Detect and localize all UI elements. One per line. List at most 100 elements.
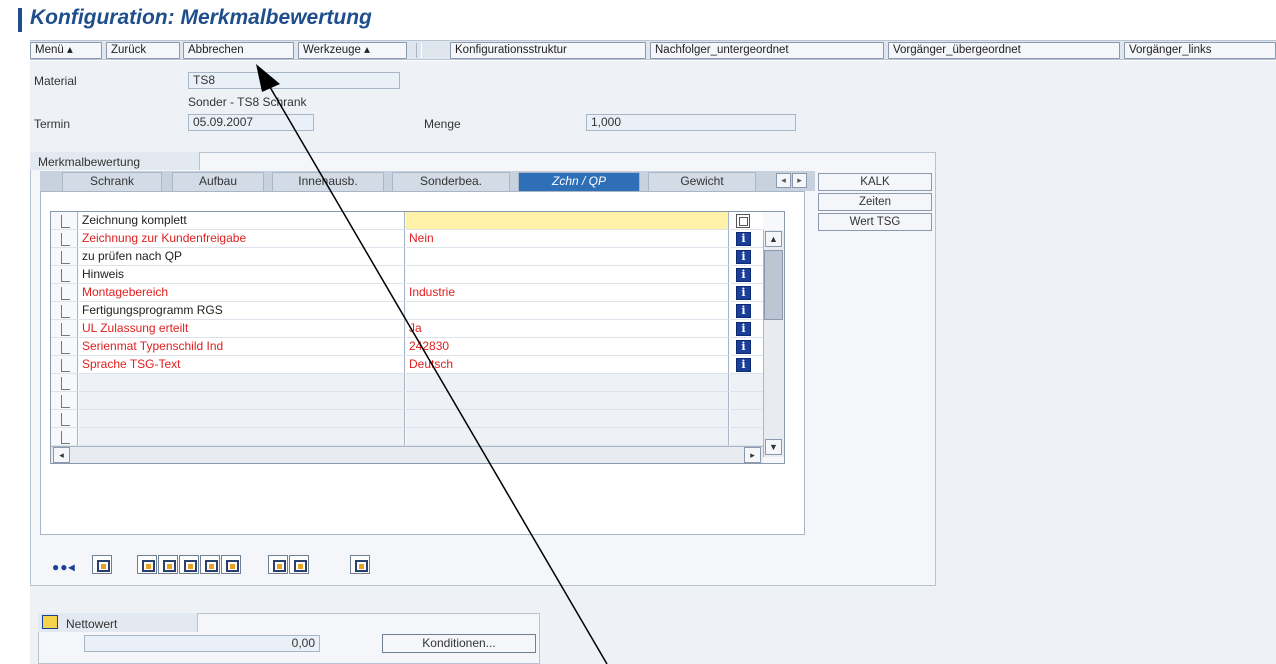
group-title: Merkmalbewertung	[38, 155, 141, 169]
characteristic-name: Sprache TSG-Text	[79, 356, 405, 374]
application-toolbar: Menü ▴ Zurück Abbrechen Werkzeuge ▴ Konf…	[30, 40, 1276, 60]
find-icon[interactable]	[350, 555, 370, 574]
tab-gewicht[interactable]: Gewicht	[648, 172, 756, 191]
table-row[interactable]	[51, 410, 764, 428]
characteristic-value-field[interactable]	[406, 248, 729, 266]
row-selector[interactable]	[51, 374, 78, 392]
wert-tsg-button[interactable]: Wert TSG	[818, 213, 932, 231]
row-selector[interactable]	[51, 284, 78, 302]
deselect-all-icon[interactable]	[158, 555, 178, 574]
scroll-down-icon[interactable]: ▼	[765, 439, 782, 455]
menu-button[interactable]: Menü ▴	[30, 42, 102, 59]
material-field[interactable]: TS8	[188, 72, 400, 89]
scroll-up-icon[interactable]: ▲	[765, 231, 782, 247]
delete-row-icon[interactable]	[221, 555, 241, 574]
info-icon[interactable]: i	[736, 250, 751, 264]
conditions-button[interactable]: Konditionen...	[382, 634, 536, 653]
select-all-icon[interactable]	[137, 555, 157, 574]
successor-subordinate-button[interactable]: Nachfolger_untergeordnet	[650, 42, 884, 59]
characteristic-name: Serienmat Typenschild Ind	[79, 338, 405, 356]
pricing-icon[interactable]	[42, 615, 58, 629]
tab-scroll-left-icon[interactable]: ◂	[776, 173, 791, 188]
row-selector[interactable]	[51, 338, 78, 356]
characteristic-value-field[interactable]	[406, 374, 729, 392]
row-icon-cell	[730, 410, 763, 428]
tab-aufbau[interactable]: Aufbau	[172, 172, 264, 191]
row-selector[interactable]	[51, 230, 78, 248]
info-icon[interactable]: i	[736, 268, 751, 282]
info-icon[interactable]: i	[736, 340, 751, 354]
material-description: Sonder - TS8 Schrank	[188, 95, 307, 109]
table-row[interactable]: Hinweis i	[51, 266, 764, 284]
table-row[interactable]: Sprache TSG-Text Deutsch i	[51, 356, 764, 374]
insert-row-icon[interactable]	[200, 555, 220, 574]
row-icon-cell	[730, 212, 763, 230]
info-icon[interactable]: i	[736, 358, 751, 372]
table-row[interactable]: Fertigungsprogramm RGS i	[51, 302, 764, 320]
row-icon-cell: i	[730, 230, 763, 248]
characteristic-value-field[interactable]: 242830	[406, 338, 729, 356]
info-icon[interactable]: i	[736, 286, 751, 300]
row-selector[interactable]	[51, 212, 78, 230]
configuration-structure-button[interactable]: Konfigurationsstruktur	[450, 42, 646, 59]
back-button[interactable]: Zurück	[106, 42, 180, 59]
row-selector[interactable]	[51, 392, 78, 410]
table-row[interactable]: Serienmat Typenschild Ind 242830 i	[51, 338, 764, 356]
tab-innenausbau[interactable]: Innenausb.	[272, 172, 384, 191]
cancel-button[interactable]: Abbrechen	[183, 42, 294, 59]
table-row[interactable]: Montagebereich Industrie i	[51, 284, 764, 302]
table-row[interactable]	[51, 392, 764, 410]
characteristic-value-field[interactable]	[406, 392, 729, 410]
scroll-right-icon[interactable]: ▸	[744, 447, 761, 463]
characteristic-value-field[interactable]	[406, 428, 729, 446]
characteristic-value-field[interactable]: Industrie	[406, 284, 729, 302]
characteristic-value-field[interactable]	[406, 302, 729, 320]
characteristic-value-field[interactable]: Ja	[406, 320, 729, 338]
row-selector[interactable]	[51, 248, 78, 266]
table-row[interactable]	[51, 428, 764, 446]
characteristic-value-field[interactable]	[406, 212, 729, 230]
characteristic-value-field[interactable]: Nein	[406, 230, 729, 248]
tab-scroll-right-icon[interactable]: ▸	[792, 173, 807, 188]
menge-field[interactable]: 1,000	[586, 114, 796, 131]
predecessor-left-button[interactable]: Vorgänger_links	[1124, 42, 1276, 59]
table-row[interactable]: UL Zulassung erteilt Ja i	[51, 320, 764, 338]
characteristic-value-field[interactable]	[406, 410, 729, 428]
copy-row-icon[interactable]	[179, 555, 199, 574]
characteristic-value-field[interactable]: Deutsch	[406, 356, 729, 374]
tab-zchn-qp[interactable]: Zchn / QP	[518, 172, 640, 191]
characteristic-name: UL Zulassung erteilt	[79, 320, 405, 338]
row-selector[interactable]	[51, 428, 78, 446]
characteristic-name: zu prüfen nach QP	[79, 248, 405, 266]
table-row[interactable]	[51, 374, 764, 392]
nav-dots-icon[interactable]: ●●◂	[52, 560, 76, 574]
table-row[interactable]: zu prüfen nach QP i	[51, 248, 764, 266]
table-settings-icon[interactable]	[268, 555, 288, 574]
tools-button[interactable]: Werkzeuge ▴	[298, 42, 407, 59]
info-icon[interactable]: i	[736, 232, 751, 246]
termin-field[interactable]: 05.09.2007	[188, 114, 314, 131]
row-selector[interactable]	[51, 266, 78, 284]
row-selector[interactable]	[51, 320, 78, 338]
table-row[interactable]: Zeichnung zur Kundenfreigabe Nein i	[51, 230, 764, 248]
row-selector[interactable]	[51, 410, 78, 428]
kalk-button[interactable]: KALK	[818, 173, 932, 191]
filter-icon[interactable]	[289, 555, 309, 574]
row-selector[interactable]	[51, 356, 78, 374]
tab-schrank[interactable]: Schrank	[62, 172, 162, 191]
row-selector[interactable]	[51, 302, 78, 320]
characteristic-value-field[interactable]	[406, 266, 729, 284]
info-icon[interactable]: i	[736, 322, 751, 336]
tab-sonderbearbeitung[interactable]: Sonderbea.	[392, 172, 510, 191]
scroll-left-icon[interactable]: ◂	[53, 447, 70, 463]
zeiten-button[interactable]: Zeiten	[818, 193, 932, 211]
table-row[interactable]: Zeichnung komplett	[51, 212, 764, 230]
net-value-label: Nettowert	[66, 617, 118, 631]
vertical-scroll-thumb[interactable]	[764, 250, 783, 320]
characteristic-name: Fertigungsprogramm RGS	[79, 302, 405, 320]
predecessor-superordinate-button[interactable]: Vorgänger_übergeordnet	[888, 42, 1120, 59]
print-icon[interactable]	[92, 555, 112, 574]
info-icon[interactable]: i	[736, 304, 751, 318]
copy-icon[interactable]	[736, 214, 750, 228]
horizontal-scrollbar[interactable]	[51, 446, 763, 463]
